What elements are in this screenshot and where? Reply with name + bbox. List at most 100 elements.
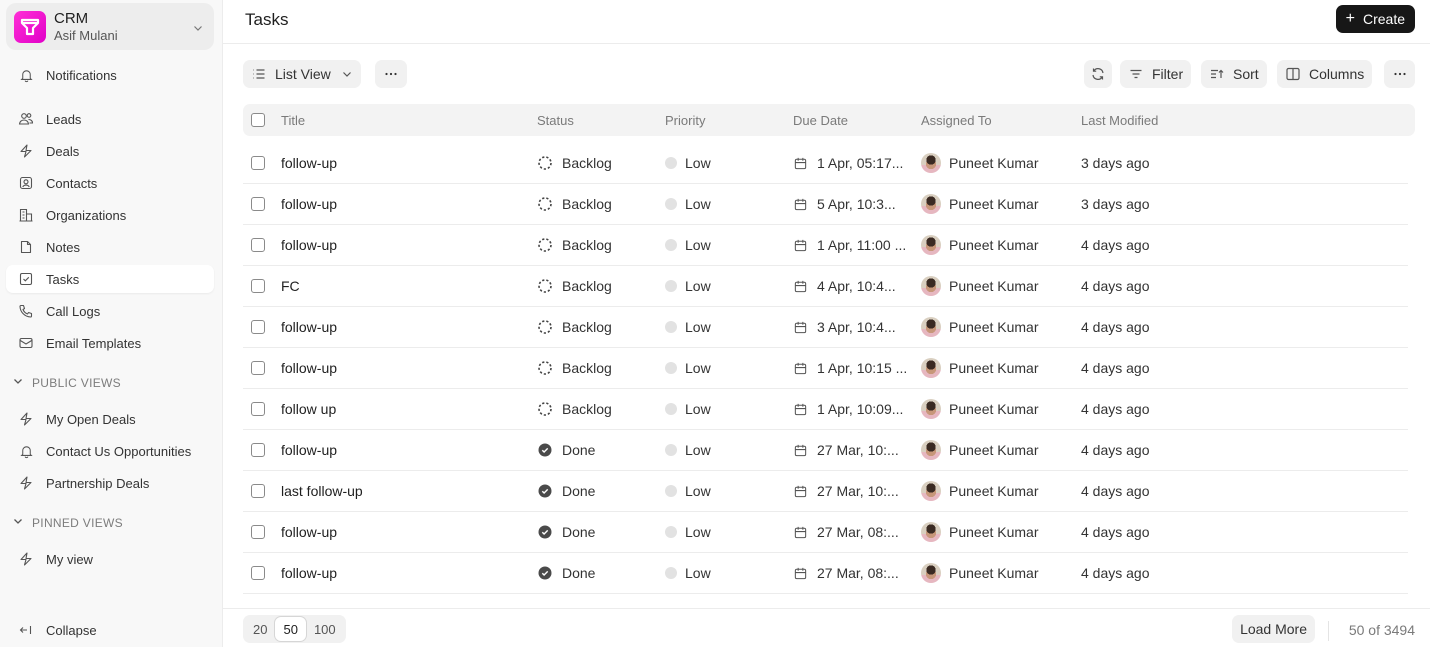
filter-icon — [1128, 66, 1144, 82]
table-row[interactable]: follow-up Backlog Low 1 Apr, 10:15 ... Punee… — [243, 348, 1408, 389]
row-checkbox[interactable] — [251, 279, 265, 293]
status-cell: Backlog — [537, 155, 612, 171]
sidebar-item-notifications[interactable]: Notifications — [6, 61, 214, 89]
status-backlog-icon — [537, 319, 553, 335]
pinned-views-toggle[interactable]: PINNED VIEWS — [12, 515, 123, 530]
table-row[interactable]: follow-up Backlog Low 3 Apr, 10:4... Puneet … — [243, 307, 1408, 348]
table-row[interactable]: follow up Backlog Low 1 Apr, 10:09... Puneet… — [243, 389, 1408, 430]
status-cell: Done — [537, 483, 595, 499]
sort-icon — [1209, 66, 1225, 82]
sidebar-item-label: Leads — [46, 111, 82, 127]
priority-label: Low — [685, 483, 711, 499]
sidebar: CRM Asif Mulani Notifications Leads Deal… — [0, 0, 223, 647]
public-views-toggle[interactable]: PUBLIC VIEWS — [12, 375, 121, 390]
row-checkbox[interactable] — [251, 566, 265, 580]
sidebar-item-my-view[interactable]: My view — [6, 545, 214, 573]
status-label: Backlog — [562, 360, 612, 376]
sidebar-item-my-open-deals[interactable]: My Open Deals — [6, 405, 214, 433]
column-header-assigned-to[interactable]: Assigned To — [921, 113, 992, 128]
last-modified: 4 days ago — [1081, 401, 1150, 417]
sidebar-item-label: Email Templates — [46, 335, 142, 351]
sidebar-item-organizations[interactable]: Organizations — [6, 201, 214, 229]
table-row[interactable]: follow-up Backlog Low 1 Apr, 11:00 ... Punee… — [243, 225, 1408, 266]
view-options-button[interactable] — [375, 60, 407, 88]
row-checkbox[interactable] — [251, 156, 265, 170]
table-row[interactable]: last follow-up Done Low 27 Mar, 10:... Punee… — [243, 471, 1408, 512]
assignee-cell: Puneet Kumar — [921, 563, 1039, 583]
page-size-20[interactable]: 20 — [245, 617, 275, 641]
due-date: 1 Apr, 11:00 ... — [817, 237, 907, 253]
view-selector[interactable]: List View — [243, 60, 361, 88]
priority-cell: Low — [665, 237, 711, 253]
page-size-100[interactable]: 100 — [306, 617, 344, 641]
filter-button[interactable]: Filter — [1120, 60, 1192, 88]
task-title: follow-up — [281, 155, 338, 171]
priority-label: Low — [685, 319, 711, 335]
column-header-due-date[interactable]: Due Date — [793, 113, 848, 128]
row-checkbox[interactable] — [251, 443, 265, 457]
more-options-button[interactable] — [1384, 60, 1415, 88]
table-row[interactable]: follow-up Done Low 27 Mar, 10:... Puneet Kum… — [243, 430, 1408, 471]
sidebar-item-leads[interactable]: Leads — [6, 105, 214, 133]
page-size-50[interactable]: 50 — [275, 617, 306, 641]
column-header-status[interactable]: Status — [537, 113, 574, 128]
due-date-cell: 5 Apr, 10:3... — [793, 196, 896, 212]
mail-icon — [18, 335, 34, 351]
column-header-priority[interactable]: Priority — [665, 113, 705, 128]
sort-label: Sort — [1233, 66, 1259, 82]
sidebar-item-contacts[interactable]: Contacts — [6, 169, 214, 197]
priority-cell: Low — [665, 319, 711, 335]
row-checkbox[interactable] — [251, 238, 265, 252]
table-row[interactable]: follow-up Backlog Low 5 Apr, 10:3... Puneet … — [243, 184, 1408, 225]
priority-dot-icon — [665, 444, 677, 456]
priority-label: Low — [685, 155, 711, 171]
columns-button[interactable]: Columns — [1277, 60, 1373, 88]
select-all-checkbox[interactable] — [251, 113, 265, 127]
sidebar-item-label: Organizations — [46, 207, 127, 223]
sidebar-item-deals[interactable]: Deals — [6, 137, 214, 165]
chevron-down-icon — [12, 515, 24, 530]
sidebar-item-tasks[interactable]: Tasks — [6, 265, 214, 293]
load-more-button[interactable]: Load More — [1232, 615, 1315, 643]
checkbox-icon — [18, 271, 34, 287]
priority-label: Low — [685, 360, 711, 376]
assignee-cell: Puneet Kumar — [921, 276, 1039, 296]
sidebar-item-partnership-deals[interactable]: Partnership Deals — [6, 469, 214, 497]
sidebar-item-notes[interactable]: Notes — [6, 233, 214, 261]
status-label: Backlog — [562, 237, 612, 253]
sidebar-item-label: Contacts — [46, 175, 98, 191]
assignee-cell: Puneet Kumar — [921, 399, 1039, 419]
status-label: Done — [562, 483, 596, 499]
row-checkbox[interactable] — [251, 402, 265, 416]
assignee-cell: Puneet Kumar — [921, 358, 1039, 378]
sort-button[interactable]: Sort — [1201, 60, 1267, 88]
row-checkbox[interactable] — [251, 525, 265, 539]
column-header-last-modified[interactable]: Last Modified — [1081, 113, 1158, 128]
due-date-cell: 3 Apr, 10:4... — [793, 319, 896, 335]
table-row[interactable]: FC Backlog Low 4 Apr, 10:4... Puneet Kumar 4 … — [243, 266, 1408, 307]
sidebar-item-call-logs[interactable]: Call Logs — [6, 297, 214, 325]
column-header-title[interactable]: Title — [281, 113, 305, 128]
create-button[interactable]: + Create — [1335, 5, 1415, 33]
assignee-name: Puneet Kumar — [949, 401, 1039, 417]
row-checkbox[interactable] — [251, 361, 265, 375]
table-row[interactable]: follow-up Done Low 27 Mar, 08:... Puneet Kum… — [243, 512, 1408, 553]
table-row[interactable]: follow-up Backlog Low 1 Apr, 05:17... Puneet… — [243, 143, 1408, 184]
avatar — [921, 358, 941, 378]
row-checkbox[interactable] — [251, 320, 265, 334]
due-date-cell: 27 Mar, 10:... — [793, 442, 899, 458]
refresh-button[interactable] — [1084, 60, 1112, 88]
row-checkbox[interactable] — [251, 197, 265, 211]
task-title: follow-up — [281, 237, 338, 253]
sidebar-item-email-templates[interactable]: Email Templates — [6, 329, 214, 357]
priority-cell: Low — [665, 483, 711, 499]
app-switcher[interactable]: CRM Asif Mulani — [6, 3, 214, 50]
row-checkbox[interactable] — [251, 484, 265, 498]
sidebar-item-contact-us-opportunities[interactable]: Contact Us Opportunities — [6, 437, 214, 465]
last-modified: 4 days ago — [1081, 278, 1150, 294]
assignee-cell: Puneet Kumar — [921, 235, 1039, 255]
priority-label: Low — [685, 196, 711, 212]
table-row[interactable]: follow-up Done Low 27 Mar, 08:... Puneet Kum… — [243, 553, 1408, 594]
collapse-button[interactable]: Collapse — [6, 616, 214, 644]
due-date-cell: 1 Apr, 05:17... — [793, 155, 903, 171]
